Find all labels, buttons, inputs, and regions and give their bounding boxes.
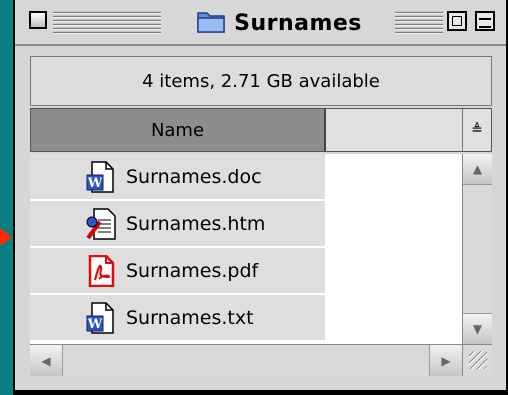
triangle-down-icon: ▼ [472, 322, 483, 336]
scroll-down-button[interactable]: ▼ [463, 313, 492, 344]
vertical-scrollbar[interactable]: ▲ ▼ [462, 154, 492, 344]
folder-icon [196, 8, 226, 38]
name-column-label: Name [150, 119, 205, 141]
window-frame-bottom [15, 390, 508, 393]
file-name: Surnames.pdf [126, 259, 259, 282]
list-column-header: Name ≜ [30, 108, 492, 152]
scroll-left-button[interactable]: ◀ [30, 345, 63, 376]
title-bar[interactable]: Surnames [15, 0, 508, 46]
file-list: W Surnames.doc Surnames.htm Surnames.pdf… [30, 154, 462, 344]
scroll-right-button[interactable]: ▶ [429, 345, 462, 376]
desktop-arrow-marker [0, 228, 12, 246]
file-name: Surnames.doc [126, 165, 262, 188]
window-title-text: Surnames [234, 10, 362, 36]
blank-column-header[interactable] [326, 109, 463, 151]
sort-direction-button[interactable]: ≜ [463, 109, 491, 151]
file-name: Surnames.txt [126, 306, 254, 329]
svg-text:W: W [87, 317, 103, 332]
close-box[interactable] [29, 11, 47, 29]
file-row[interactable]: Surnames.pdf [30, 248, 462, 293]
word-doc-icon: W [84, 301, 118, 335]
window-title: Surnames [165, 7, 393, 39]
file-row[interactable]: W Surnames.txt [30, 295, 462, 340]
name-column-header[interactable]: Name [31, 109, 326, 151]
title-bar-stripes-right [395, 11, 443, 35]
items-summary: 4 items, 2.71 GB available [142, 70, 380, 92]
html-doc-icon [84, 207, 118, 241]
pdf-doc-icon [84, 254, 118, 288]
word-doc-icon: W [84, 160, 118, 194]
triangle-right-icon: ▶ [441, 353, 451, 368]
file-row[interactable]: W Surnames.doc [30, 154, 462, 199]
svg-text:W: W [87, 176, 103, 191]
triangle-left-icon: ◀ [41, 353, 51, 368]
collapse-box[interactable] [475, 11, 495, 31]
file-name: Surnames.htm [126, 212, 266, 235]
resize-grip[interactable] [462, 344, 492, 376]
triangle-up-icon: ▲ [472, 162, 483, 176]
scroll-up-button[interactable]: ▲ [463, 154, 492, 185]
file-row[interactable]: Surnames.htm [30, 201, 462, 246]
title-bar-stripes-left [53, 11, 161, 35]
horizontal-scrollbar[interactable]: ◀ ▶ [30, 344, 462, 376]
zoom-box[interactable] [447, 11, 467, 31]
sort-direction-icon: ≜ [471, 122, 483, 138]
finder-window: Surnames 4 items, 2.71 GB available Name… [13, 0, 508, 395]
window-info-bar: 4 items, 2.71 GB available [30, 56, 492, 106]
